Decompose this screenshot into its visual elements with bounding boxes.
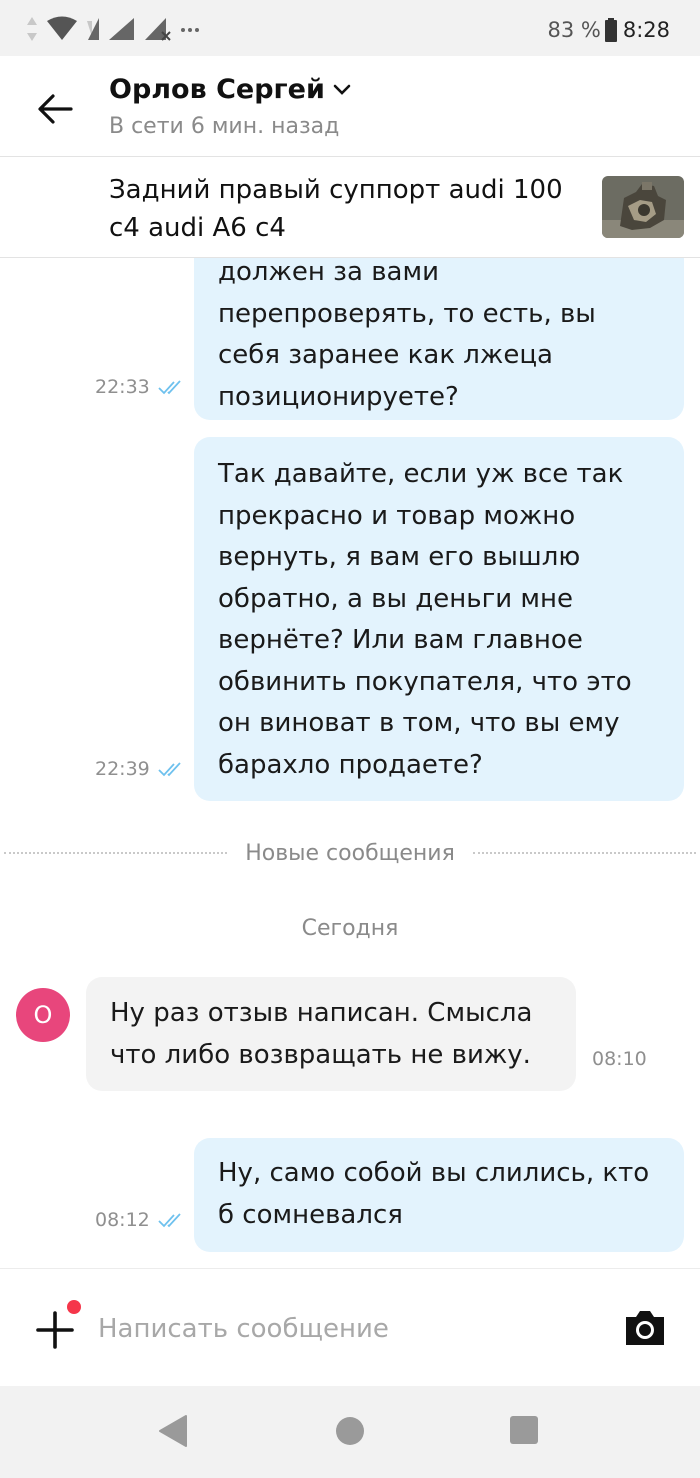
signal-icon [87, 18, 99, 40]
chat-screen: 83 % 8:28 Орлов Сергей В сети 6 мин. наз… [0, 0, 700, 1478]
message-time: 22:33 [95, 376, 150, 398]
arrow-left-icon [38, 94, 73, 124]
status-icons [26, 14, 200, 44]
camera-button[interactable] [622, 1305, 668, 1351]
more-dots-icon [181, 28, 199, 32]
nav-recents-icon[interactable] [510, 1416, 538, 1444]
message-time: 22:39 [95, 758, 150, 780]
nav-home-icon[interactable] [336, 1417, 364, 1445]
camera-icon [626, 1311, 664, 1345]
signal-no-sim-icon [145, 18, 171, 41]
new-messages-divider: Новые сообщения [0, 838, 700, 868]
message-bubble-outgoing[interactable]: Так давайте, если уж все так прекрасно и… [194, 437, 684, 801]
message-line: барахло продаете? [218, 749, 483, 780]
divider-line [472, 852, 696, 854]
data-arrows-icon [27, 17, 37, 41]
message-line: Ну раз отзыв написан. Смысла [110, 998, 533, 1028]
wifi-icon [47, 16, 77, 40]
back-button[interactable] [30, 86, 80, 132]
battery-percent: 83 % [547, 18, 601, 42]
message-line: прекрасно и товар можно [218, 500, 576, 531]
message-list[interactable]: должен за вами перепроверять, то есть, в… [0, 258, 700, 1268]
nav-back-icon[interactable] [158, 1414, 188, 1448]
message-bubble-outgoing[interactable]: должен за вами перепроверять, то есть, в… [194, 258, 684, 420]
message-meta: 22:33 [95, 376, 184, 398]
system-nav-bar [0, 1386, 700, 1478]
message-input[interactable] [98, 1305, 578, 1353]
composer-bar [0, 1268, 700, 1386]
message-line: вернуть, я вам его вышлю [218, 542, 581, 572]
divider-line [4, 852, 228, 854]
battery-icon [604, 18, 617, 42]
status-right: 83 % 8:28 [547, 18, 670, 42]
message-time: 08:10 [592, 1048, 647, 1070]
listing-thumbnail [602, 176, 684, 238]
message-line: должен за вами [218, 258, 439, 287]
message-meta: 08:12 [95, 1209, 184, 1231]
message-meta: 08:10 [592, 1048, 647, 1070]
message-bubble-outgoing[interactable]: Ну, само собой вы слились, кто б сомнева… [194, 1138, 684, 1252]
message-line: Так давайте, если уж все так [218, 459, 624, 489]
message-line: б сомневался [218, 1199, 403, 1230]
contact-name-button[interactable]: Орлов Сергей [109, 74, 351, 105]
message-time: 08:12 [95, 1209, 150, 1231]
message-bubble-incoming[interactable]: Ну раз отзыв написан. Смысла что либо во… [86, 977, 576, 1091]
message-line: обратно, а вы деньги мне [218, 583, 573, 614]
message-line: перепроверять, то есть, вы [218, 298, 596, 329]
message-line: вернёте? Или вам главное [218, 625, 583, 655]
message-line: что либо возвращать не вижу. [110, 1040, 531, 1070]
listing-title: Задний правый суппорт audi 100 c4 audi A… [109, 175, 563, 243]
message-meta: 22:39 [95, 758, 184, 780]
avatar-letter: О [33, 1001, 53, 1029]
listing-card[interactable]: Задний правый суппорт audi 100 c4 audi A… [0, 156, 700, 258]
message-line: себя заранее как лжеца [218, 340, 553, 370]
message-line: позиционируете? [218, 381, 459, 412]
chevron-down-icon [333, 84, 351, 95]
avatar[interactable]: О [16, 988, 70, 1042]
chat-header: Орлов Сергей В сети 6 мин. назад [0, 56, 700, 156]
contact-name: Орлов Сергей [109, 74, 325, 105]
message-line: он виноват в том, что вы ему [218, 708, 620, 738]
signal-icon [109, 18, 134, 40]
date-separator: Сегодня [301, 916, 399, 941]
new-messages-label: Новые сообщения [245, 840, 455, 866]
attach-button[interactable] [32, 1307, 78, 1353]
plus-icon [36, 1311, 74, 1349]
notification-dot [67, 1300, 81, 1314]
message-line: Ну, само собой вы слились, кто [218, 1158, 650, 1188]
double-check-icon [158, 1213, 181, 1228]
double-check-icon [158, 762, 181, 777]
contact-status: В сети 6 мин. назад [109, 114, 340, 139]
double-check-icon [158, 380, 181, 395]
clock: 8:28 [622, 18, 670, 42]
status-bar: 83 % 8:28 [0, 0, 700, 56]
message-line: обвинить покупателя, что это [218, 666, 632, 697]
